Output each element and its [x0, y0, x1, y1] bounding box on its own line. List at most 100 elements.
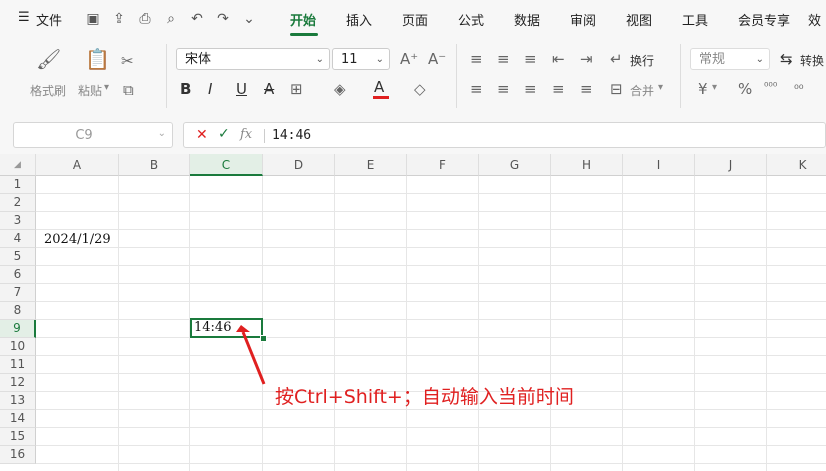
name-box[interactable]: C9 ⌄	[13, 122, 173, 148]
convert-label[interactable]: 转换	[800, 52, 824, 69]
number-format-select[interactable]: 常规 ⌄	[690, 48, 770, 70]
tab-member[interactable]: 会员专享	[738, 10, 790, 29]
chevron-down-icon[interactable]: ⌄	[240, 10, 258, 28]
row-header-12[interactable]: 12	[0, 374, 36, 392]
row-header-1[interactable]: 1	[0, 176, 36, 194]
merge-label[interactable]: 合并	[630, 82, 654, 99]
column-header-i[interactable]: I	[623, 154, 695, 176]
chevron-down-icon[interactable]: ⌄	[158, 128, 166, 139]
paste-label[interactable]: 粘贴	[78, 82, 102, 99]
font-color-icon[interactable]: A	[374, 78, 384, 96]
wrap-text-icon[interactable]: ↵	[610, 50, 623, 68]
row-header-15[interactable]: 15	[0, 428, 36, 446]
convert-icon[interactable]: ⇆	[780, 50, 793, 68]
eraser-icon[interactable]: ◇	[414, 80, 426, 98]
tab-data[interactable]: 数据	[514, 10, 540, 29]
underline-icon[interactable]: U	[236, 80, 247, 98]
tab-view[interactable]: 视图	[626, 10, 652, 29]
row-header-11[interactable]: 11	[0, 356, 36, 374]
column-header-c[interactable]: C	[190, 154, 263, 176]
save-icon[interactable]: ▣	[84, 10, 102, 28]
strikethrough-icon[interactable]: A	[264, 80, 274, 98]
row-gridline	[36, 463, 826, 464]
tab-page[interactable]: 页面	[402, 10, 428, 29]
select-all-corner[interactable]: ◢	[0, 154, 36, 176]
tab-review[interactable]: 审阅	[570, 10, 596, 29]
row-header-10[interactable]: 10	[0, 338, 36, 356]
align-middle-icon[interactable]: ≡	[497, 50, 510, 68]
spreadsheet-grid[interactable]: ◢ ABCDEFGHIJK 1 2 3 4 5 6 7 8 9 10 11 12 13 14 15 16 20…	[0, 154, 826, 471]
function-icon[interactable]: fx	[240, 127, 252, 142]
paste-icon[interactable]: 📋	[85, 49, 110, 69]
merge-icon[interactable]: ⊟	[610, 80, 623, 98]
align-left-icon[interactable]: ≡	[470, 80, 483, 98]
column-header-f[interactable]: F	[407, 154, 479, 176]
tab-home[interactable]: 开始	[290, 10, 316, 29]
print-preview-icon[interactable]: ⌕	[162, 10, 180, 28]
row-header-14[interactable]: 14	[0, 410, 36, 428]
row-header-13[interactable]: 13	[0, 392, 36, 410]
row-header-7[interactable]: 7	[0, 284, 36, 302]
copy-icon[interactable]: ⧉	[123, 81, 134, 99]
format-painter-label[interactable]: 格式刷	[30, 82, 66, 99]
align-top-icon[interactable]: ≡	[470, 50, 483, 68]
row-header-6[interactable]: 6	[0, 266, 36, 284]
font-name-select[interactable]: 宋体 ⌄	[176, 48, 330, 70]
redo-icon[interactable]: ↷	[214, 10, 232, 28]
hamburger-icon[interactable]: ☰	[18, 10, 30, 25]
formula-input[interactable]: ✕ ✓ fx 14:46	[183, 122, 826, 148]
column-header-d[interactable]: D	[263, 154, 335, 176]
distribute-icon[interactable]: ≡	[580, 80, 593, 98]
row-header-2[interactable]: 2	[0, 194, 36, 212]
thousands-separator-icon[interactable]: ⁰⁰⁰	[764, 78, 777, 96]
column-header-b[interactable]: B	[119, 154, 190, 176]
print-icon[interactable]: ⎙	[136, 10, 154, 28]
cell-a4[interactable]: 2024/1/29	[44, 232, 111, 247]
tab-insert[interactable]: 插入	[346, 10, 372, 29]
row-header-8[interactable]: 8	[0, 302, 36, 320]
menu-file[interactable]: 文件	[36, 10, 62, 29]
font-size-select[interactable]: 11 ⌄	[332, 48, 390, 70]
tab-efficiency[interactable]: 效	[808, 10, 821, 29]
column-header-a[interactable]: A	[36, 154, 119, 176]
chevron-down-icon[interactable]: ▾	[104, 82, 109, 93]
row-header-4[interactable]: 4	[0, 230, 36, 248]
cancel-icon[interactable]: ✕	[196, 127, 208, 143]
row-header-5[interactable]: 5	[0, 248, 36, 266]
chevron-down-icon[interactable]: ▾	[658, 82, 663, 93]
row-header-16[interactable]: 16	[0, 446, 36, 464]
arrow-head	[236, 325, 250, 332]
column-header-g[interactable]: G	[479, 154, 551, 176]
decrease-font-icon[interactable]: A⁻	[428, 50, 446, 68]
align-right-icon[interactable]: ≡	[524, 80, 537, 98]
increase-font-icon[interactable]: A⁺	[400, 50, 418, 68]
column-header-k[interactable]: K	[767, 154, 826, 176]
border-icon[interactable]: ⊞	[290, 80, 303, 98]
undo-icon[interactable]: ↶	[188, 10, 206, 28]
format-painter-icon[interactable]: 🖌	[36, 49, 61, 69]
indent-increase-icon[interactable]: ⇥	[580, 50, 593, 68]
chevron-down-icon[interactable]: ▾	[712, 82, 717, 93]
indent-decrease-icon[interactable]: ⇤	[552, 50, 565, 68]
increase-decimal-icon[interactable]: ⁰⁰	[794, 80, 804, 98]
share-icon[interactable]: ⇪	[110, 10, 128, 28]
justify-icon[interactable]: ≡	[552, 80, 565, 98]
row-header-3[interactable]: 3	[0, 212, 36, 230]
confirm-icon[interactable]: ✓	[218, 126, 230, 142]
row-gridline	[36, 445, 826, 446]
wrap-text-label[interactable]: 换行	[630, 52, 654, 69]
bold-icon[interactable]: B	[180, 80, 191, 98]
percent-icon[interactable]: %	[738, 80, 752, 98]
align-bottom-icon[interactable]: ≡	[524, 50, 537, 68]
column-header-e[interactable]: E	[335, 154, 407, 176]
tab-tools[interactable]: 工具	[682, 10, 708, 29]
column-header-h[interactable]: H	[551, 154, 623, 176]
column-header-j[interactable]: J	[695, 154, 767, 176]
currency-icon[interactable]: ¥	[698, 80, 708, 98]
italic-icon[interactable]: I	[208, 80, 212, 98]
cut-icon[interactable]: ✂	[121, 52, 134, 70]
tab-formula[interactable]: 公式	[458, 10, 484, 29]
row-header-9[interactable]: 9	[0, 320, 36, 338]
align-center-icon[interactable]: ≡	[497, 80, 510, 98]
fill-color-icon[interactable]: ◈	[334, 80, 346, 98]
